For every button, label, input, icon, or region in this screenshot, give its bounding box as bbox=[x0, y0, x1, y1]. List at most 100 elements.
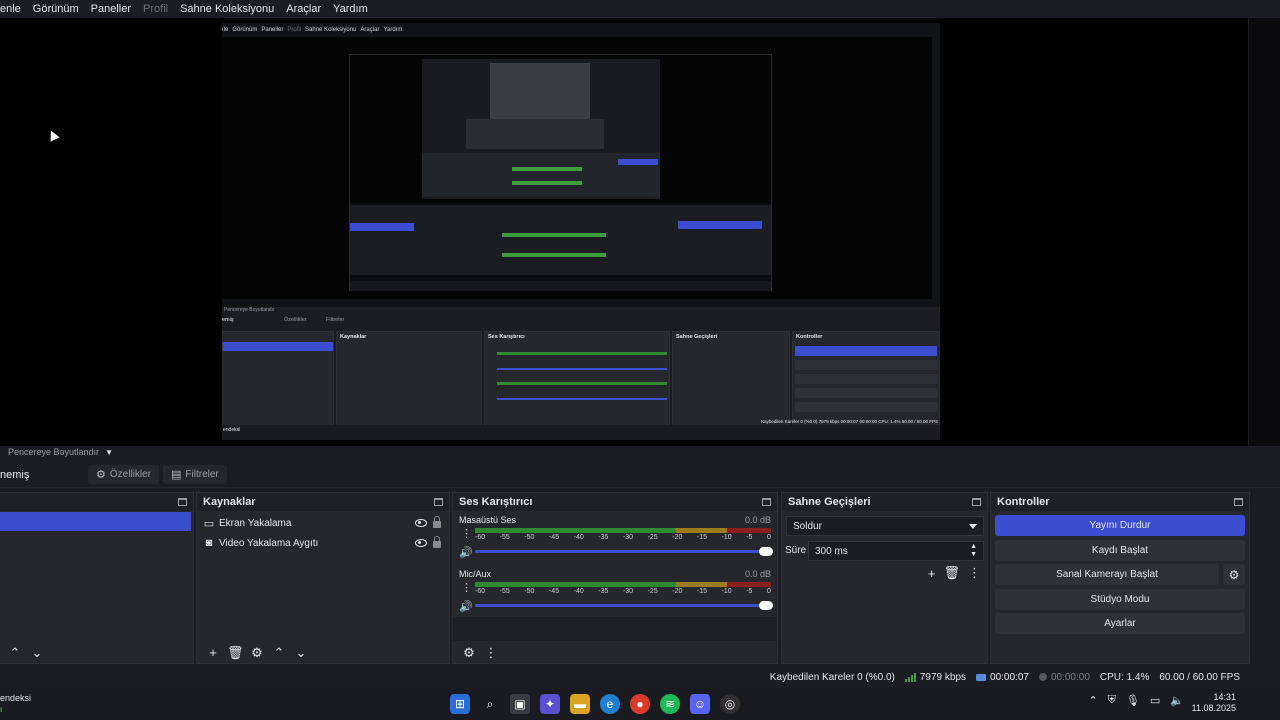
channel-menu-icon[interactable]: ⋮ bbox=[461, 529, 472, 540]
undock-icon[interactable] bbox=[972, 498, 981, 506]
undock-icon[interactable] bbox=[1234, 498, 1243, 506]
scene-item-selected[interactable] bbox=[0, 512, 191, 531]
inner-resize-label: Pencereye Boyutlandır bbox=[224, 307, 275, 313]
sources-title: Kaynaklar bbox=[203, 496, 256, 508]
discord-icon[interactable]: ☺ bbox=[690, 694, 710, 714]
properties-button[interactable]: ⚙ Özellikler bbox=[88, 465, 159, 484]
microphone-icon[interactable]: 🎙 bbox=[1126, 694, 1140, 707]
menu-help[interactable]: Yardım bbox=[327, 0, 374, 18]
file-explorer-icon[interactable]: ▬ bbox=[570, 694, 590, 714]
spinner-arrows-icon[interactable]: ▲ ▼ bbox=[970, 543, 977, 559]
edge-browser-icon[interactable]: e bbox=[600, 694, 620, 714]
mixer-channel: Masaüstü Ses 0.0 dB ⋮ -60 -55 -50 -45 -40 -35… bbox=[453, 515, 777, 567]
menu-edit[interactable]: enle bbox=[0, 0, 27, 18]
slider-handle[interactable] bbox=[759, 601, 773, 610]
add-icon[interactable]: + bbox=[205, 646, 221, 659]
taskbar-widget-label[interactable]: endeksi bbox=[0, 693, 31, 703]
sources-dock-header: Kaynaklar bbox=[197, 493, 449, 511]
transition-select[interactable]: Soldur bbox=[786, 516, 984, 536]
visibility-eye-icon[interactable] bbox=[415, 539, 427, 547]
resize-mode-label[interactable]: Pencereye Boyutlandır bbox=[0, 447, 99, 457]
gear-icon[interactable]: ⚙ bbox=[1223, 564, 1245, 585]
clock[interactable]: 14:31 11.08.2025 bbox=[1192, 692, 1236, 714]
system-tray: ⌃ ⛨ 🎙 ▭ 🔈 bbox=[1088, 694, 1184, 707]
sources-toolbar: + 🗑 ⚙ ⌃ ⌄ bbox=[197, 641, 449, 663]
transitions-dock-header: Sahne Geçişleri bbox=[782, 493, 987, 511]
context-bar: nemiş ⚙ Özellikler ▤ Filtreler bbox=[0, 462, 1280, 488]
menu-view[interactable]: Görünüm bbox=[27, 0, 85, 18]
inner-menu-item: Profil bbox=[287, 27, 302, 33]
slider-handle[interactable] bbox=[759, 547, 773, 556]
lock-icon[interactable] bbox=[433, 516, 441, 528]
mixer-dock-header: Ses Karıştırıcı bbox=[453, 493, 777, 511]
chevron-up-icon[interactable]: ⌃ bbox=[1088, 694, 1097, 707]
source-item[interactable]: ▭ Ekran Yakalama bbox=[197, 513, 449, 533]
display-icon[interactable]: ▭ bbox=[1150, 694, 1160, 707]
channel-menu-icon[interactable]: ⋮ bbox=[461, 583, 472, 594]
volume-slider[interactable] bbox=[475, 601, 773, 610]
preview-scale-row: Pencereye Boyutlandır ▼ bbox=[0, 446, 1280, 458]
shield-icon[interactable]: ⛨ bbox=[1108, 694, 1116, 707]
volume-icon[interactable]: 🔈 bbox=[1170, 694, 1184, 707]
inner-menu-item: ıle bbox=[222, 27, 229, 33]
windows-start-icon[interactable]: ⊞ bbox=[450, 694, 470, 714]
transitions-title: Sahne Geçişleri bbox=[788, 496, 871, 508]
chrome-icon[interactable]: ● bbox=[630, 694, 650, 714]
menu-dots-icon[interactable]: ⋮ bbox=[968, 565, 981, 581]
channel-name: Masaüstü Ses bbox=[459, 515, 517, 525]
search-icon[interactable]: ⌕ bbox=[480, 694, 500, 714]
undock-icon[interactable] bbox=[434, 498, 443, 506]
menu-docks[interactable]: Paneller bbox=[85, 0, 137, 18]
visibility-eye-icon[interactable] bbox=[415, 519, 427, 527]
gear-icon[interactable]: ⚙ bbox=[249, 646, 265, 659]
menu-profile[interactable]: Profil bbox=[137, 0, 174, 18]
menu-dots-icon[interactable]: ⋮ bbox=[483, 646, 499, 659]
channel-db: 0.0 dB bbox=[744, 569, 771, 579]
task-view-icon[interactable]: ▣ bbox=[510, 694, 530, 714]
stop-streaming-button[interactable]: Yayını Durdur bbox=[995, 515, 1245, 536]
move-down-icon[interactable]: ⌄ bbox=[293, 646, 309, 659]
move-down-icon[interactable]: ⌄ bbox=[29, 646, 45, 659]
studio-mode-button[interactable]: Stüdyo Modu bbox=[995, 589, 1245, 610]
chevron-down-icon[interactable]: ▼ bbox=[105, 448, 113, 457]
start-recording-button[interactable]: Kaydı Başlat bbox=[995, 540, 1245, 561]
start-virtual-camera-button[interactable]: Sanal Kamerayı Başlat bbox=[995, 564, 1219, 585]
obs-icon[interactable]: ◎ bbox=[720, 694, 740, 714]
dropped-frames: Kaybedilen Kareler 0 (%0.0) bbox=[769, 671, 895, 683]
undock-icon[interactable] bbox=[762, 498, 771, 506]
inner-scene-name: emiş bbox=[222, 317, 234, 323]
move-up-icon[interactable]: ⌃ bbox=[271, 646, 287, 659]
menu-scene-collection[interactable]: Sahne Koleksiyonu bbox=[174, 0, 280, 18]
copilot-icon[interactable]: ✦ bbox=[540, 694, 560, 714]
properties-label: Özellikler bbox=[109, 469, 151, 480]
trash-icon[interactable]: 🗑 bbox=[227, 646, 244, 659]
meter-ticks: -60 -55 -50 -45 -40 -35 -30 -25 -20 -15 -10 -5 0 bbox=[475, 534, 771, 541]
speaker-icon[interactable]: 🔊 bbox=[459, 546, 473, 559]
lock-icon[interactable] bbox=[433, 536, 441, 548]
menu-tools[interactable]: Araçlar bbox=[280, 0, 327, 18]
volume-slider[interactable] bbox=[475, 547, 773, 556]
trash-icon[interactable]: 🗑 bbox=[943, 565, 960, 581]
vertical-scrollbar[interactable] bbox=[1248, 18, 1280, 446]
settings-button[interactable]: Ayarlar bbox=[995, 613, 1245, 634]
speaker-icon[interactable]: 🔊 bbox=[459, 600, 473, 613]
meter-ticks: -60 -55 -50 -45 -40 -35 -30 -25 -20 -15 -10 -5 0 bbox=[475, 588, 771, 595]
clock-time: 14:31 bbox=[1213, 692, 1236, 702]
mixer-channel: Mic/Aux 0.0 dB ⋮ -60 -55 -50 -45 -40 -35 -30 -2… bbox=[453, 569, 777, 621]
nested-capture bbox=[349, 54, 772, 291]
cpu-usage: CPU: 1.4% bbox=[1099, 671, 1150, 683]
add-icon[interactable]: + bbox=[928, 566, 936, 581]
move-up-icon[interactable]: ⌃ bbox=[7, 646, 23, 659]
volume-meter bbox=[475, 528, 771, 533]
inner-preview bbox=[222, 37, 932, 299]
channel-db: 0.0 dB bbox=[744, 515, 771, 525]
source-item[interactable]: ◙ Video Yakalama Aygıtı bbox=[197, 533, 449, 553]
inner-status: Kaybedilen Kareler 0 (%0.0) 7979 kbps 00… bbox=[761, 419, 938, 424]
filters-button[interactable]: ▤ Filtreler bbox=[163, 465, 227, 484]
stream-time-value: 00:00:07 bbox=[990, 671, 1029, 683]
advanced-audio-icon[interactable]: ⚙ bbox=[461, 646, 477, 659]
spotify-icon[interactable]: ≋ bbox=[660, 694, 680, 714]
inner-menu-item: Görünüm bbox=[232, 27, 258, 33]
duration-input[interactable]: 300 ms ▲ ▼ bbox=[808, 541, 984, 561]
undock-icon[interactable] bbox=[178, 498, 187, 506]
